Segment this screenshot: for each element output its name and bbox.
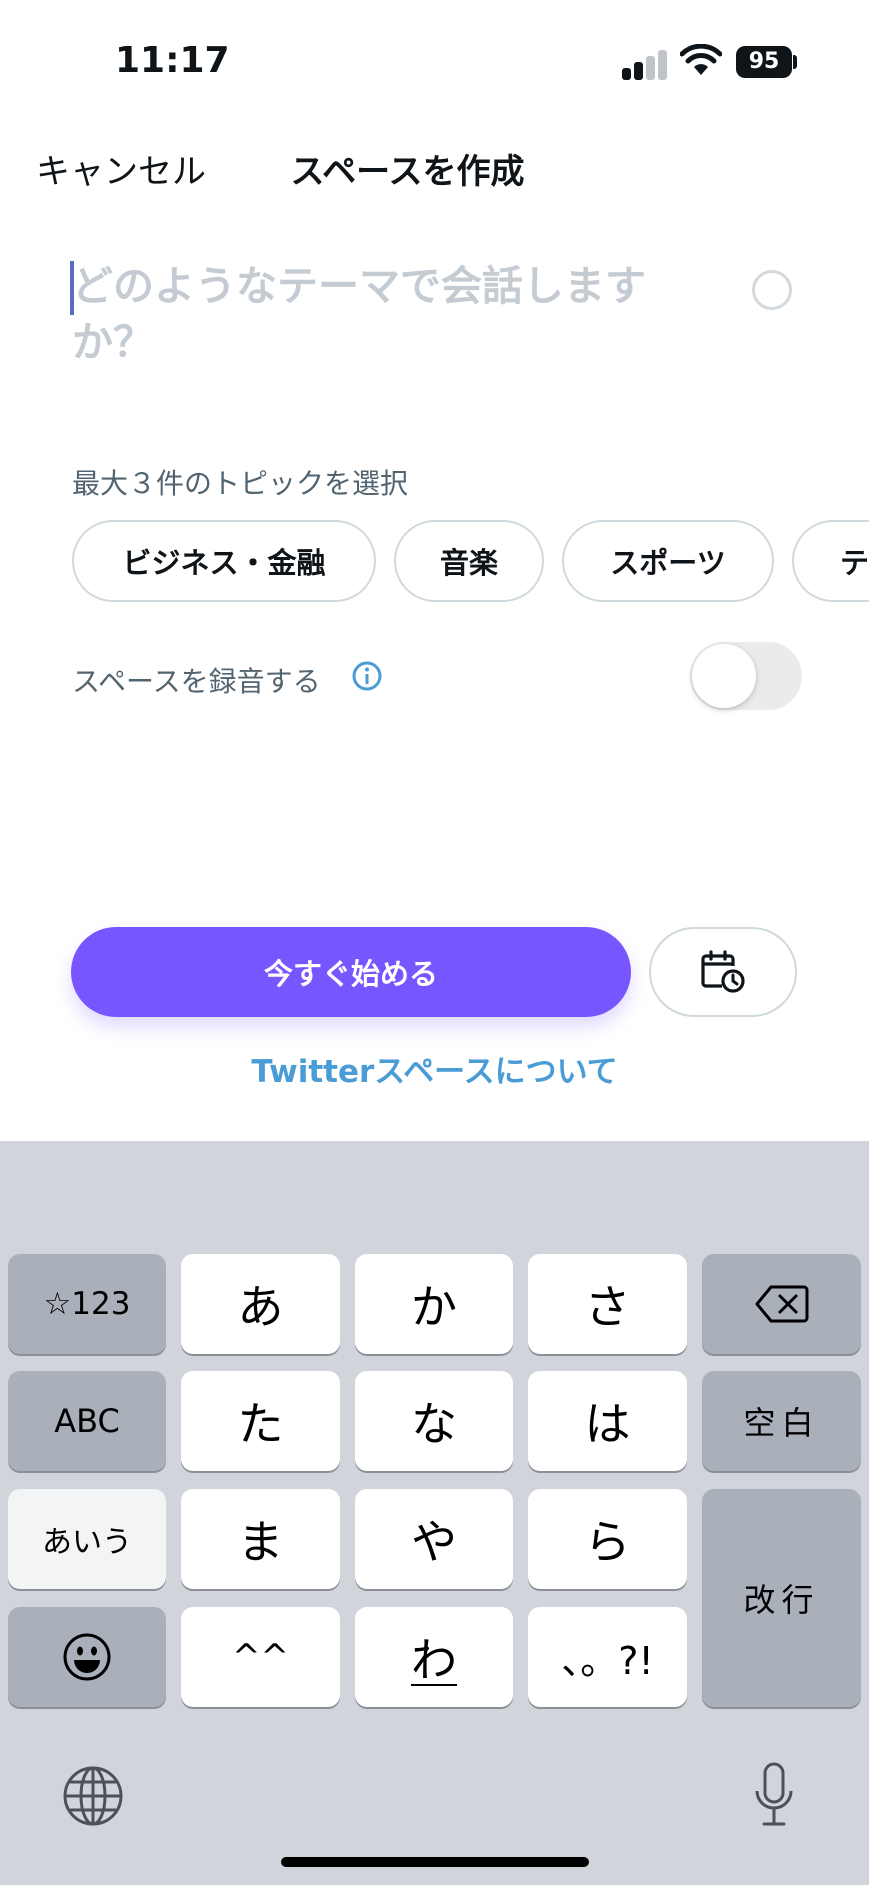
microphone-icon[interactable]: [752, 1761, 796, 1831]
topic-chip-music[interactable]: 音楽: [394, 520, 544, 602]
wifi-icon: [680, 44, 722, 75]
page-title-text: スペースを作成: [290, 152, 525, 192]
topic-chip-business[interactable]: ビジネス・金融: [72, 520, 376, 602]
key-kaomoji[interactable]: ^^: [181, 1607, 340, 1707]
topic-chip-sports[interactable]: スポーツ: [562, 520, 774, 602]
delete-key[interactable]: [702, 1254, 861, 1354]
key-ha[interactable]: は: [528, 1371, 687, 1471]
cellular-signal-icon: [622, 50, 668, 80]
page-title: スペースを作成: [0, 144, 867, 193]
key-a[interactable]: あ: [181, 1254, 340, 1354]
key-punctuation[interactable]: 、。?!: [528, 1607, 687, 1707]
key-return[interactable]: 改行: [702, 1489, 861, 1707]
about-spaces-link[interactable]: Twitterスペースについて: [0, 1046, 869, 1091]
keyboard: ☆123 あ か さ ABC た な は 空白 あいう ま や ら 改行 ^^ …: [0, 1141, 869, 1885]
home-indicator: [281, 1857, 589, 1867]
key-na[interactable]: な: [355, 1371, 513, 1471]
character-count-circle: [752, 270, 792, 310]
topic-chip-partial[interactable]: テ: [792, 520, 869, 602]
globe-icon[interactable]: [62, 1765, 124, 1827]
calendar-clock-icon: [701, 950, 745, 993]
key-ma[interactable]: ま: [181, 1489, 340, 1589]
key-ra[interactable]: ら: [528, 1489, 687, 1589]
schedule-button[interactable]: [649, 927, 797, 1017]
key-sa[interactable]: さ: [528, 1254, 687, 1354]
status-time: 11:17: [115, 40, 230, 81]
battery-tip: [793, 55, 797, 69]
topics-label: 最大３件のトピックを選択: [72, 467, 409, 500]
topic-chip-row: ビジネス・金融 音楽 スポーツ テ: [72, 520, 869, 604]
key-abc[interactable]: ABC: [8, 1371, 166, 1471]
space-topic-input[interactable]: どのようなテーマで会話しますか？: [72, 258, 672, 370]
record-toggle-knob: [692, 644, 756, 708]
key-symbols[interactable]: ☆123: [8, 1254, 166, 1354]
start-now-button[interactable]: 今すぐ始める: [71, 927, 631, 1017]
battery-icon: 95: [736, 46, 792, 78]
emoji-icon: [63, 1633, 111, 1681]
key-ya[interactable]: や: [355, 1489, 513, 1589]
delete-icon: [755, 1285, 808, 1323]
key-ta[interactable]: た: [181, 1371, 340, 1471]
key-emoji[interactable]: [8, 1607, 166, 1707]
key-wa[interactable]: わ: [355, 1607, 513, 1707]
key-space[interactable]: 空白: [702, 1371, 861, 1471]
info-icon[interactable]: [351, 660, 383, 692]
key-kana-mode[interactable]: あいう: [8, 1489, 166, 1589]
key-ka[interactable]: か: [355, 1254, 513, 1354]
record-space-label: スペースを録音する: [72, 665, 321, 698]
